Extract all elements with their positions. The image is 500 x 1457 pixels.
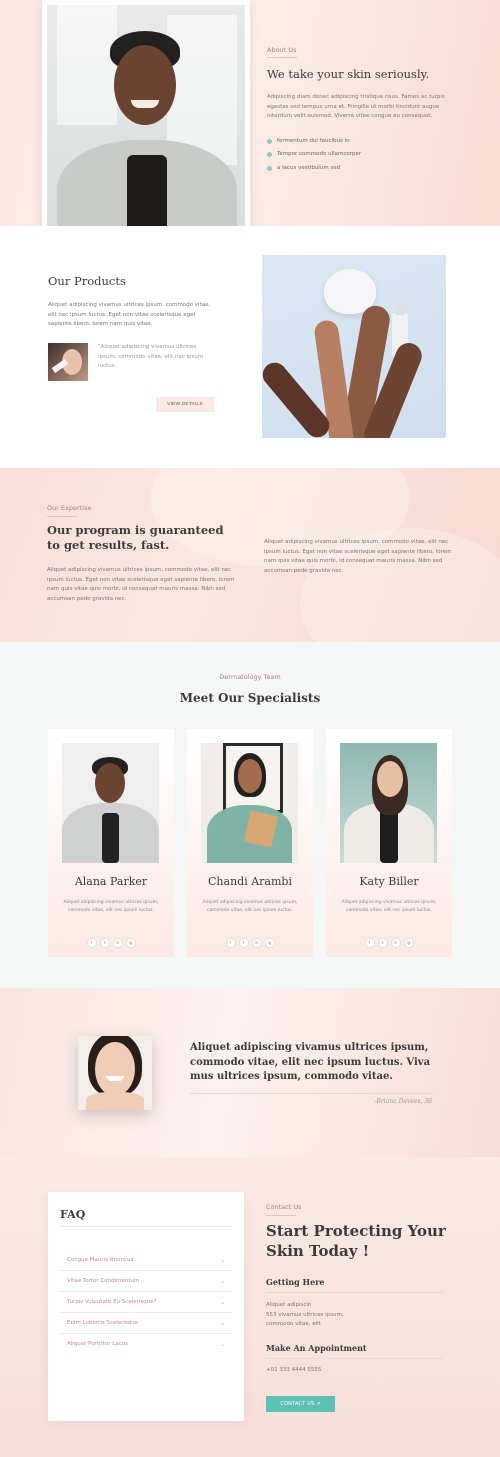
linkedin-icon[interactable]: in [251, 938, 262, 948]
faq-title: FAQ [60, 1208, 86, 1221]
faq-item[interactable]: Turpis Vulputate Eu Scelerisque? ⌄ [60, 1292, 232, 1313]
specialist-name: Alana Parker [74, 875, 148, 888]
social-links: f t in ig [187, 929, 313, 948]
social-links: f t in ig [326, 929, 452, 948]
expertise-section: Our Expertise Our program is guaranteed … [0, 468, 500, 642]
contact-label: Contact Us [266, 1203, 302, 1211]
instagram-icon[interactable]: ig [264, 938, 275, 948]
specialists-title: Meet Our Specialists [179, 691, 321, 705]
contact-title: Start Protecting Your Skin Today ! [266, 1222, 446, 1260]
about-text: Adipiscing diam donec adipiscing tristiq… [267, 94, 445, 119]
testimonial-author: -Briana Davees, 36 [374, 1098, 432, 1105]
products-text: Aliquet adipiscing vivamus ultrices ipsu… [48, 302, 211, 327]
chevron-down-icon: ⌄ [219, 1299, 225, 1306]
faq-item[interactable]: Aliquet Porttitor Lacus ⌄ [60, 1334, 232, 1355]
expertise-title: Our program is guaranteed to get results… [47, 523, 224, 552]
testimonial-section: Aliquet adipiscing vivamus ultrices ipsu… [0, 988, 500, 1157]
chevron-down-icon: ⌄ [219, 1341, 225, 1348]
about-section: About Us We take your skin seriously. Ad… [0, 0, 500, 244]
about-photo [42, 0, 250, 244]
products-image [262, 255, 446, 438]
expertise-label: Our Expertise [47, 504, 92, 512]
linkedin-icon[interactable]: in [112, 938, 123, 948]
faq-panel: FAQ Congue Mauris Rhoncus ⌄ Vitae Tortor … [48, 1192, 244, 1421]
linkedin-icon[interactable]: in [390, 938, 401, 948]
list-item: a lacus vestibulum sed [267, 162, 447, 176]
facebook-icon[interactable]: f [225, 938, 236, 948]
specialist-photo [62, 743, 159, 863]
instagram-icon[interactable]: ig [403, 938, 414, 948]
product-thumbnail [48, 343, 88, 381]
specialist-card: Chandi Arambi Aliquet adipiscing vivamus… [187, 729, 313, 957]
address: Aliquet adipiscin 553 vivamus ultrices i… [266, 1302, 344, 1327]
expertise-text-right: Aliquet adipiscing vivamus ultrices ipsu… [264, 539, 452, 574]
specialist-photo [340, 743, 437, 863]
faq-item[interactable]: Enim Lobortis Scelerisque ⌄ [60, 1313, 232, 1334]
faq-item[interactable]: Vitae Tortor Condimentum ⌄ [60, 1271, 232, 1292]
specialist-card: Alana Parker Aliquet adipiscing vivamus … [48, 729, 174, 957]
specialist-desc: Aliquet adipiscing vivamus ultrices ipsu… [341, 900, 437, 913]
products-title: Our Products [48, 274, 126, 288]
bullet-dot-icon [267, 165, 272, 171]
about-bullet-list: fermentum dui faucibus in Tempor commodo… [267, 135, 447, 176]
expertise-text-left: Aliquet adipiscing vivamus ultrices ipsu… [47, 567, 235, 602]
bullet-dot-icon [267, 152, 272, 158]
facebook-icon[interactable]: f [364, 938, 375, 948]
list-item: Tempor commodo ullamcorper [267, 148, 447, 162]
view-details-button[interactable]: VIEW DETAILS [156, 397, 214, 412]
chevron-down-icon: ⌄ [219, 1278, 225, 1285]
specialists-section: Dermatology Team Meet Our Specialists Al… [0, 642, 500, 988]
specialist-photo [201, 743, 298, 863]
specialist-desc: Aliquet adipiscing vivamus ultrices ipsu… [202, 900, 298, 913]
contact-us-button[interactable]: CONTACT US ↗ [266, 1396, 335, 1412]
specialist-desc: Aliquet adipiscing vivamus ultrices ipsu… [63, 900, 159, 913]
twitter-icon[interactable]: t [377, 938, 388, 948]
specialists-label: Dermatology Team [219, 673, 281, 681]
list-item: fermentum dui faucibus in [267, 135, 447, 149]
twitter-icon[interactable]: t [238, 938, 249, 948]
contact-section: FAQ Congue Mauris Rhoncus ⌄ Vitae Tortor … [0, 1157, 500, 1457]
getting-here-heading: Getting Here [266, 1277, 325, 1287]
appointment-heading: Make An Appointment [266, 1343, 367, 1353]
specialist-name: Katy Biller [359, 875, 419, 888]
chevron-down-icon: ⌄ [219, 1320, 225, 1327]
facebook-icon[interactable]: f [86, 938, 97, 948]
specialist-name: Chandi Arambi [208, 875, 292, 888]
testimonial-quote: Aliquet adipiscing vivamus ultrices ipsu… [190, 1042, 431, 1082]
chevron-down-icon: ⌄ [219, 1257, 225, 1264]
specialist-card: Katy Biller Aliquet adipiscing vivamus u… [326, 729, 452, 957]
social-links: f t in ig [48, 929, 174, 948]
bullet-dot-icon [267, 138, 272, 144]
instagram-icon[interactable]: ig [125, 938, 136, 948]
product-quote: "Aliquet adipiscing vivamus ultrices ips… [98, 344, 204, 369]
about-title: We take your skin seriously. [267, 67, 430, 81]
twitter-icon[interactable]: t [99, 938, 110, 948]
faq-item[interactable]: Congue Mauris Rhoncus ⌄ [60, 1250, 232, 1271]
phone-number: +01 333 4444 5555 [266, 1367, 322, 1373]
products-section: Our Products Aliquet adipiscing vivamus … [0, 226, 500, 468]
testimonial-photo [78, 1036, 152, 1110]
about-label: About Us [267, 46, 297, 54]
